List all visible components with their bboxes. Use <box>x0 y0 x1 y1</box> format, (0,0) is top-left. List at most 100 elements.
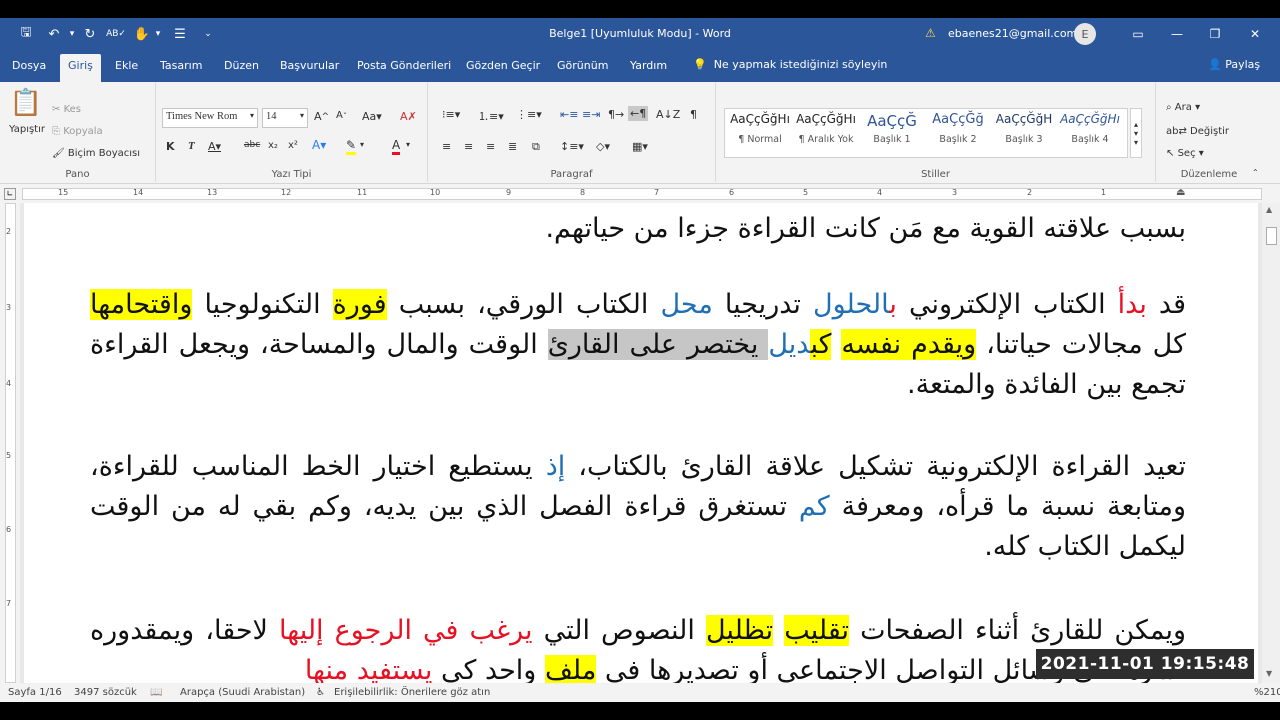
underline-icon[interactable]: A▾ <box>208 140 221 153</box>
horizontal-ruler[interactable]: ∟ 15 14 13 12 11 10 9 8 7 6 5 4 3 2 1 ⏏ <box>0 185 1280 203</box>
align-center-icon[interactable]: ≡ <box>464 140 473 153</box>
cut-button[interactable]: ✂ Kes <box>52 104 81 115</box>
style-heading-2[interactable]: AaÇçĞğ Başlık 2 <box>926 112 990 158</box>
bullets-icon[interactable]: ☰ <box>172 26 188 42</box>
tab-selector[interactable]: ∟ <box>4 188 16 200</box>
tab-review[interactable]: Gözden Geçir <box>466 58 540 82</box>
strikethrough-icon[interactable]: abc <box>244 140 260 150</box>
tab-layout[interactable]: Düzen <box>224 58 259 82</box>
undo-icon[interactable]: ↶ <box>46 26 62 42</box>
ltr-icon[interactable]: ¶→ <box>608 108 624 121</box>
find-button[interactable]: ⌕ Ara ▾ <box>1166 102 1200 113</box>
accessibility-status[interactable]: Erişilebilirlik: Önerilere göz atın <box>334 687 490 698</box>
word-count[interactable]: 3497 sözcük <box>74 687 137 698</box>
chevron-down-icon[interactable]: ▾ <box>360 140 364 149</box>
rtl-icon[interactable]: ←¶ <box>628 106 649 121</box>
style-normal[interactable]: AaÇçĞğHı ¶ Normal <box>728 112 792 158</box>
font-name-box[interactable]: Times New Rom ▾ <box>162 108 258 128</box>
touch-dropdown-icon[interactable]: ▾ <box>150 26 166 42</box>
borders-icon[interactable]: ▦▾ <box>632 140 648 153</box>
save-icon[interactable]: 🖫 <box>18 25 34 42</box>
avatar[interactable]: E <box>1074 23 1096 45</box>
tab-mailings[interactable]: Posta Gönderileri <box>357 58 451 82</box>
multilevel-list-icon[interactable]: ⋮≡▾ <box>516 108 542 121</box>
bullets-list-icon[interactable]: ⁝≡▾ <box>442 108 460 121</box>
clear-formatting-icon[interactable]: A✗ <box>400 110 417 123</box>
tab-design[interactable]: Tasarım <box>160 58 202 82</box>
document-area[interactable]: بسبب علاقته القوية مع مَن كانت القراءة ج… <box>20 203 1262 683</box>
spelling-icon[interactable]: AB✓ <box>106 26 126 42</box>
bold-icon[interactable]: K <box>166 140 175 153</box>
copy-icon: ⎘ <box>52 126 60 137</box>
shading-icon[interactable]: ◇▾ <box>596 140 610 153</box>
subscript-icon[interactable]: x₂ <box>268 140 278 151</box>
tab-view[interactable]: Görünüm <box>557 58 608 82</box>
select-button[interactable]: ↖ Seç ▾ <box>1166 148 1204 159</box>
numbered-list-icon[interactable]: ⒈≡▾ <box>478 108 504 124</box>
zoom-level[interactable]: %210 <box>1254 687 1280 698</box>
customize-toolbar-icon[interactable]: ⌄ <box>200 26 216 42</box>
decrease-indent-icon[interactable]: ⇤≡ <box>560 108 578 121</box>
highlighted-text: تظليل <box>705 615 774 646</box>
distributed-icon[interactable]: ⧉ <box>532 140 540 154</box>
close-icon[interactable]: ✕ <box>1245 24 1265 44</box>
touch-mode-icon[interactable]: ✋ <box>134 26 150 42</box>
font-size-box[interactable]: 14 ▾ <box>262 108 308 128</box>
indent-marker[interactable]: ⏏ <box>1176 187 1185 198</box>
tab-references[interactable]: Başvurular <box>280 58 339 82</box>
shrink-font-icon[interactable]: Aˇ <box>336 110 347 121</box>
paragraph-4[interactable]: ويمكن للقارئ أثناء الصفحات تقليب تظليل ا… <box>90 611 1186 683</box>
account-email[interactable]: ebaenes21@gmail.com <box>948 27 1077 40</box>
paragraph-2[interactable]: قد بدأ الكتاب الإلكتروني بالحلول تدريجيا… <box>90 285 1186 405</box>
vertical-ruler[interactable]: 2 3 4 5 6 7 <box>0 203 20 683</box>
undo-dropdown-icon[interactable]: ▾ <box>64 26 80 42</box>
change-case-icon[interactable]: Aa▾ <box>362 110 382 123</box>
align-right-icon[interactable]: ≡ <box>486 140 495 153</box>
document-page[interactable]: بسبب علاقته القوية مع مَن كانت القراءة ج… <box>24 203 1258 683</box>
language-indicator[interactable]: Arapça (Suudi Arabistan) <box>180 687 305 698</box>
superscript-icon[interactable]: x² <box>288 140 298 151</box>
sort-icon[interactable]: A↓Z <box>656 108 680 121</box>
text-effects-icon[interactable]: A▾ <box>312 138 326 152</box>
tab-insert[interactable]: Ekle <box>115 58 138 82</box>
italic-icon[interactable]: T <box>188 140 195 152</box>
scroll-thumb[interactable] <box>1266 227 1277 245</box>
replace-button[interactable]: ab⇄ Değiştir <box>1166 126 1229 137</box>
minimize-icon[interactable]: — <box>1167 24 1187 44</box>
paste-button[interactable]: Yapıştır <box>4 122 50 136</box>
chevron-down-icon[interactable]: ▾ <box>406 140 410 149</box>
justify-icon[interactable]: ≣ <box>508 140 517 153</box>
grow-font-icon[interactable]: A ^ <box>314 110 329 123</box>
vertical-scrollbar[interactable]: ▲ ▼ <box>1262 203 1280 683</box>
tab-help[interactable]: Yardım <box>630 58 667 82</box>
increase-indent-icon[interactable]: ≡⇥ <box>582 108 600 121</box>
paste-icon[interactable]: 📋 <box>8 86 44 120</box>
paragraph-3[interactable]: تعيد القراءة الإلكترونية تشكيل علاقة الق… <box>90 447 1186 567</box>
style-heading-4[interactable]: AaÇçĞğHı Başlık 4 <box>1058 112 1122 158</box>
ribbon-display-icon[interactable]: ▭ <box>1128 24 1148 44</box>
line-spacing-icon[interactable]: ↕≡▾ <box>560 140 584 153</box>
copy-button[interactable]: ⎘ Kopyala <box>52 126 103 137</box>
format-painter-button[interactable]: 🖌 Biçim Boyacısı <box>52 148 140 159</box>
scroll-down-icon[interactable]: ▼ <box>1266 669 1272 678</box>
paragraph-1[interactable]: بسبب علاقته القوية مع مَن كانت القراءة ج… <box>90 209 1186 249</box>
highlight-icon[interactable]: ✎ <box>346 138 357 155</box>
window-title: Belge1 [Uyumluluk Modu] - Word <box>549 27 731 40</box>
maximize-icon[interactable]: ❐ <box>1205 24 1225 44</box>
scroll-up-icon[interactable]: ▲ <box>1266 205 1272 214</box>
page-count[interactable]: Sayfa 1/16 <box>8 687 62 698</box>
style-heading-1[interactable]: AaÇçĞ Başlık 1 <box>860 112 924 158</box>
share-button[interactable]: 👤 Paylaş <box>1208 58 1260 71</box>
show-marks-icon[interactable]: ¶ <box>690 108 697 121</box>
font-color-icon[interactable]: A <box>392 138 401 155</box>
tab-home[interactable]: Giriş <box>60 54 101 82</box>
style-no-spacing[interactable]: AaÇçĞğHı ¶ Aralık Yok <box>794 112 858 158</box>
align-left-icon[interactable]: ≡ <box>442 140 451 153</box>
tell-me-box[interactable]: 💡 Ne yapmak istediğinizi söyleyin <box>693 58 887 71</box>
collapse-ribbon-icon[interactable]: ⌃ <box>1252 168 1259 177</box>
proofing-icon[interactable]: 📖 <box>150 687 162 698</box>
redo-icon[interactable]: ↻ <box>82 26 98 42</box>
styles-scroll[interactable]: ▴ ▾ ▾ <box>1130 108 1142 158</box>
tab-file[interactable]: Dosya <box>12 58 46 82</box>
style-heading-3[interactable]: AaÇçĞğH Başlık 3 <box>992 112 1056 158</box>
